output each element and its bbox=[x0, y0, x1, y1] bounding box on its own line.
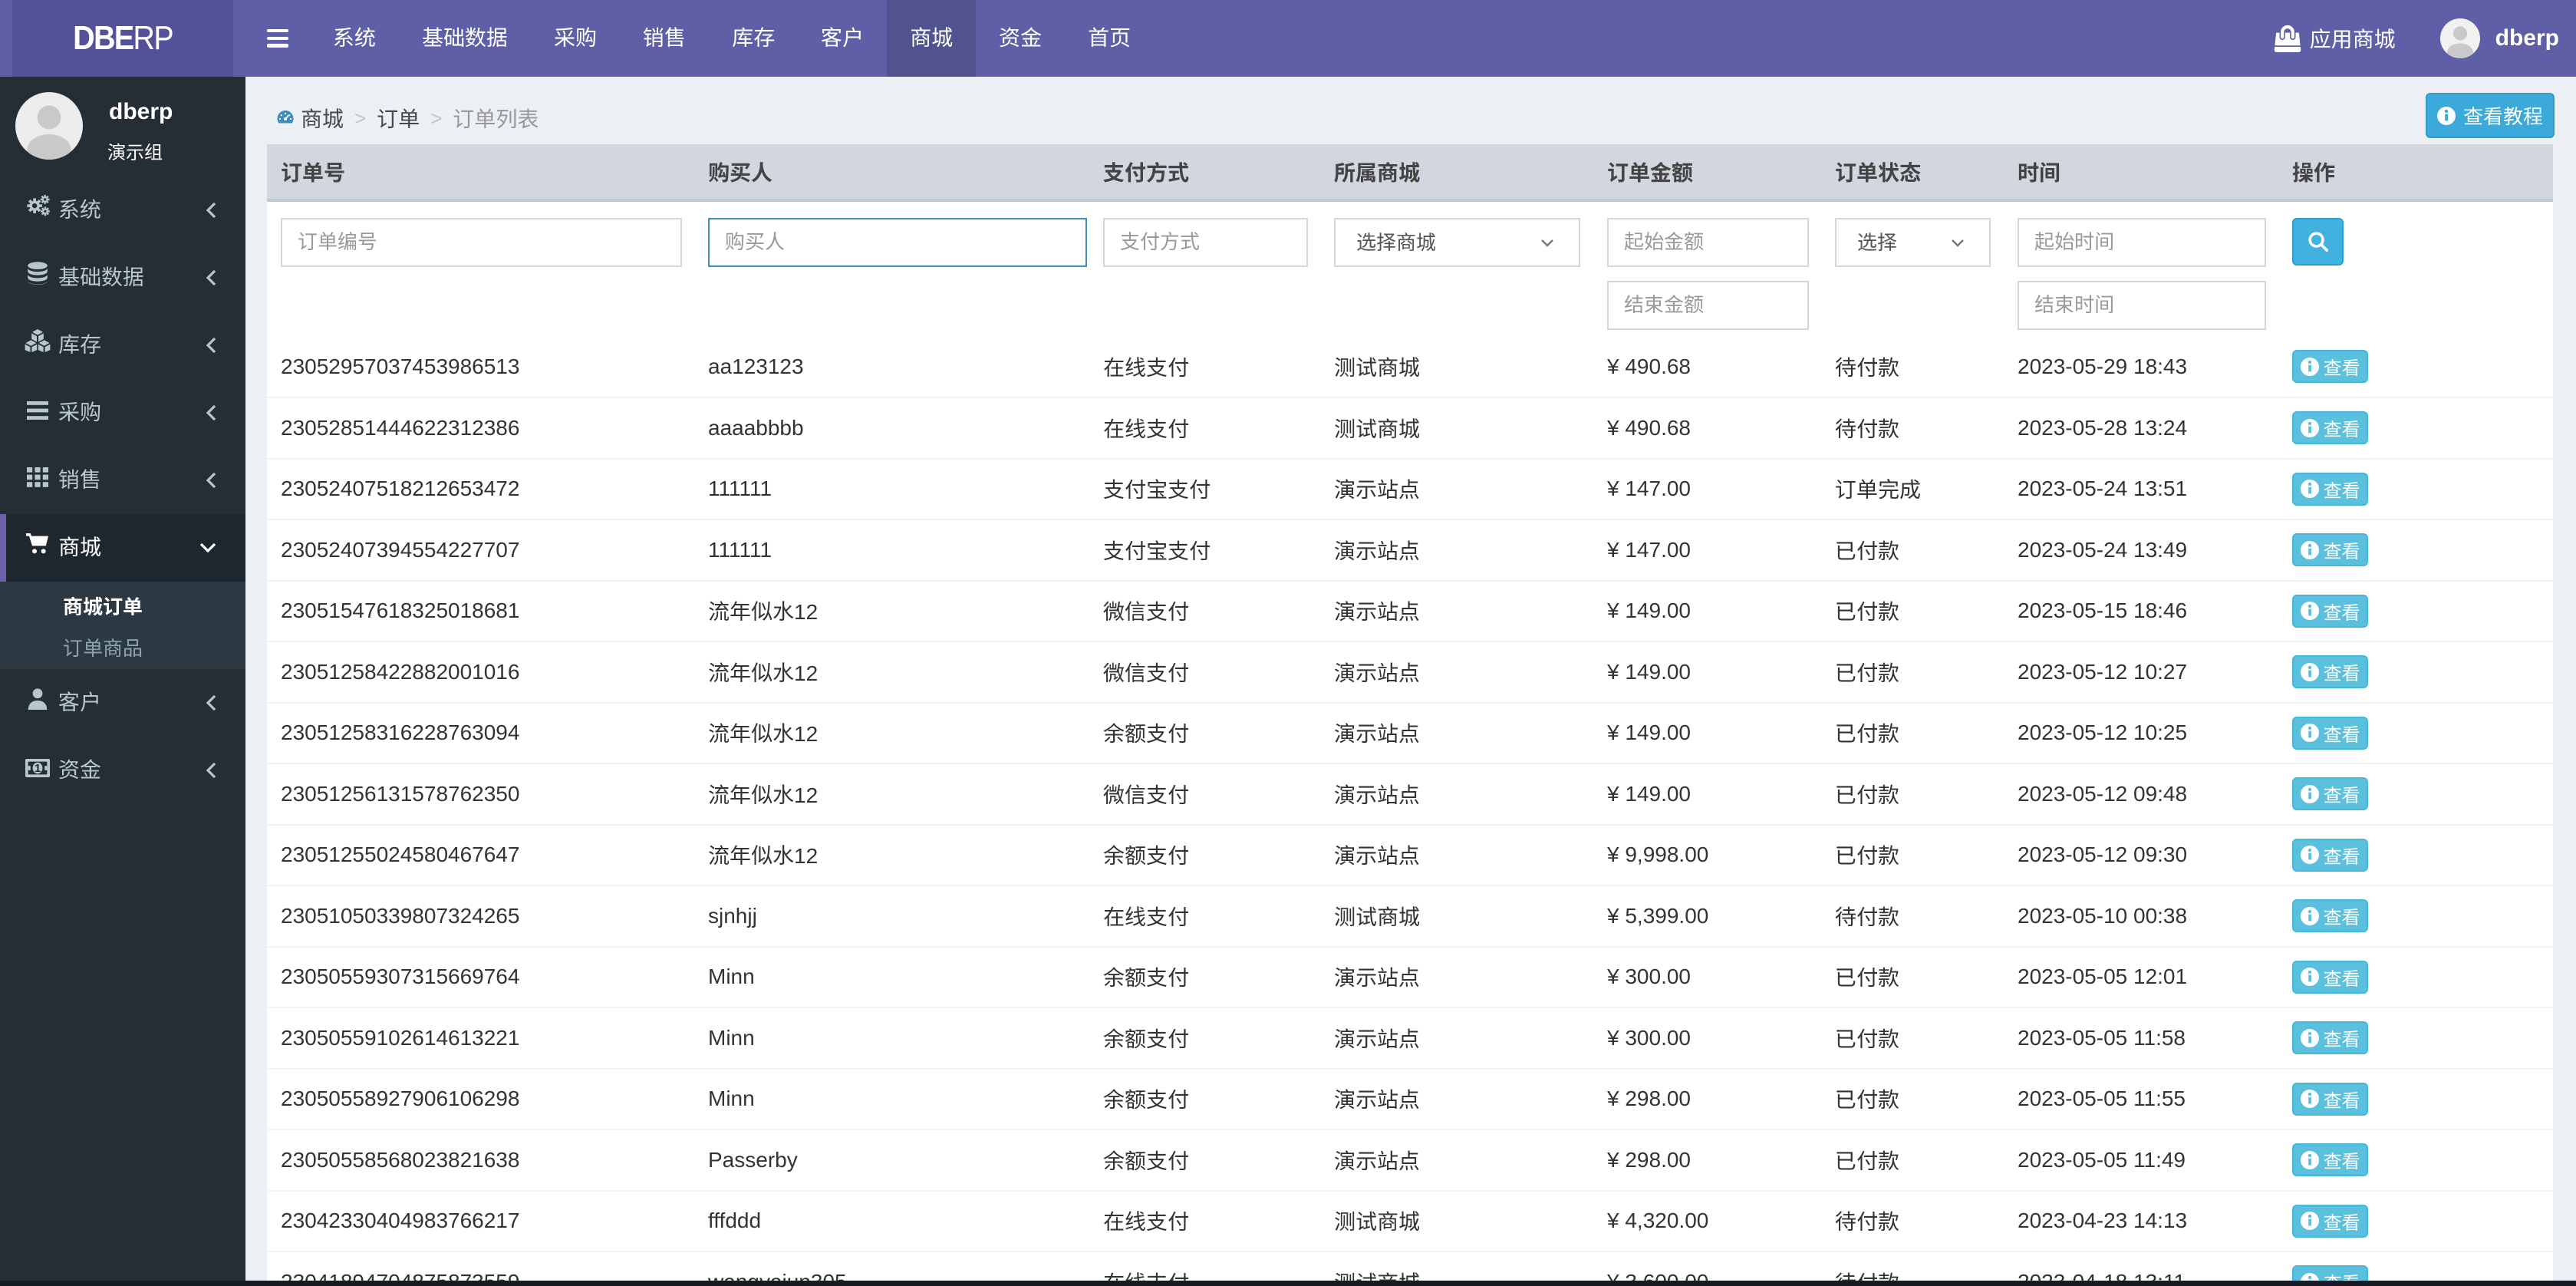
svg-text:1: 1 bbox=[35, 762, 41, 775]
